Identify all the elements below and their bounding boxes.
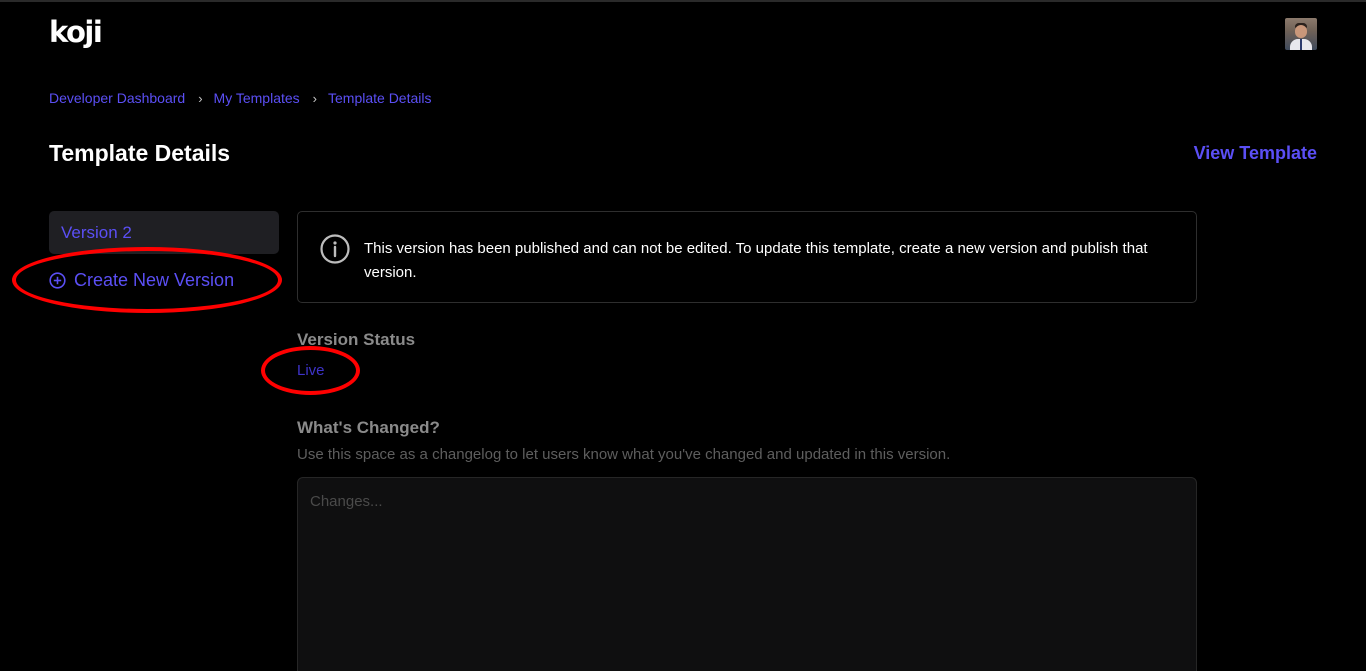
- page: koji Developer Dashboard › My Templates …: [0, 0, 1366, 671]
- breadcrumb-template-details[interactable]: Template Details: [328, 90, 432, 106]
- sidebar-item-version-2[interactable]: Version 2: [49, 211, 279, 254]
- view-template-link[interactable]: View Template: [1194, 142, 1317, 164]
- breadcrumb: Developer Dashboard › My Templates › Tem…: [49, 89, 432, 107]
- whats-changed-label: What's Changed?: [297, 418, 440, 437]
- avatar[interactable]: [1285, 18, 1317, 50]
- info-circle-icon: [320, 234, 350, 264]
- breadcrumb-my-templates[interactable]: My Templates: [214, 90, 300, 106]
- published-notice: This version has been published and can …: [297, 211, 1197, 303]
- page-title: Template Details: [49, 140, 231, 166]
- notice-text: This version has been published and can …: [364, 240, 1148, 281]
- top-divider: [0, 0, 1366, 2]
- whats-changed-help: Use this space as a changelog to let use…: [297, 446, 951, 463]
- create-new-version-label: Create New Version: [74, 269, 235, 290]
- chevron-right-icon: ›: [312, 90, 317, 106]
- create-new-version-button[interactable]: Create New Version: [49, 268, 234, 292]
- chevron-right-icon: ›: [198, 90, 203, 106]
- version-status-label: Version Status: [297, 330, 416, 349]
- version-status-value: Live: [297, 362, 325, 379]
- koji-logo[interactable]: koji: [49, 14, 103, 50]
- plus-circle-icon: [49, 271, 66, 289]
- changes-textarea[interactable]: [297, 477, 1197, 671]
- breadcrumb-developer-dashboard[interactable]: Developer Dashboard: [49, 90, 185, 106]
